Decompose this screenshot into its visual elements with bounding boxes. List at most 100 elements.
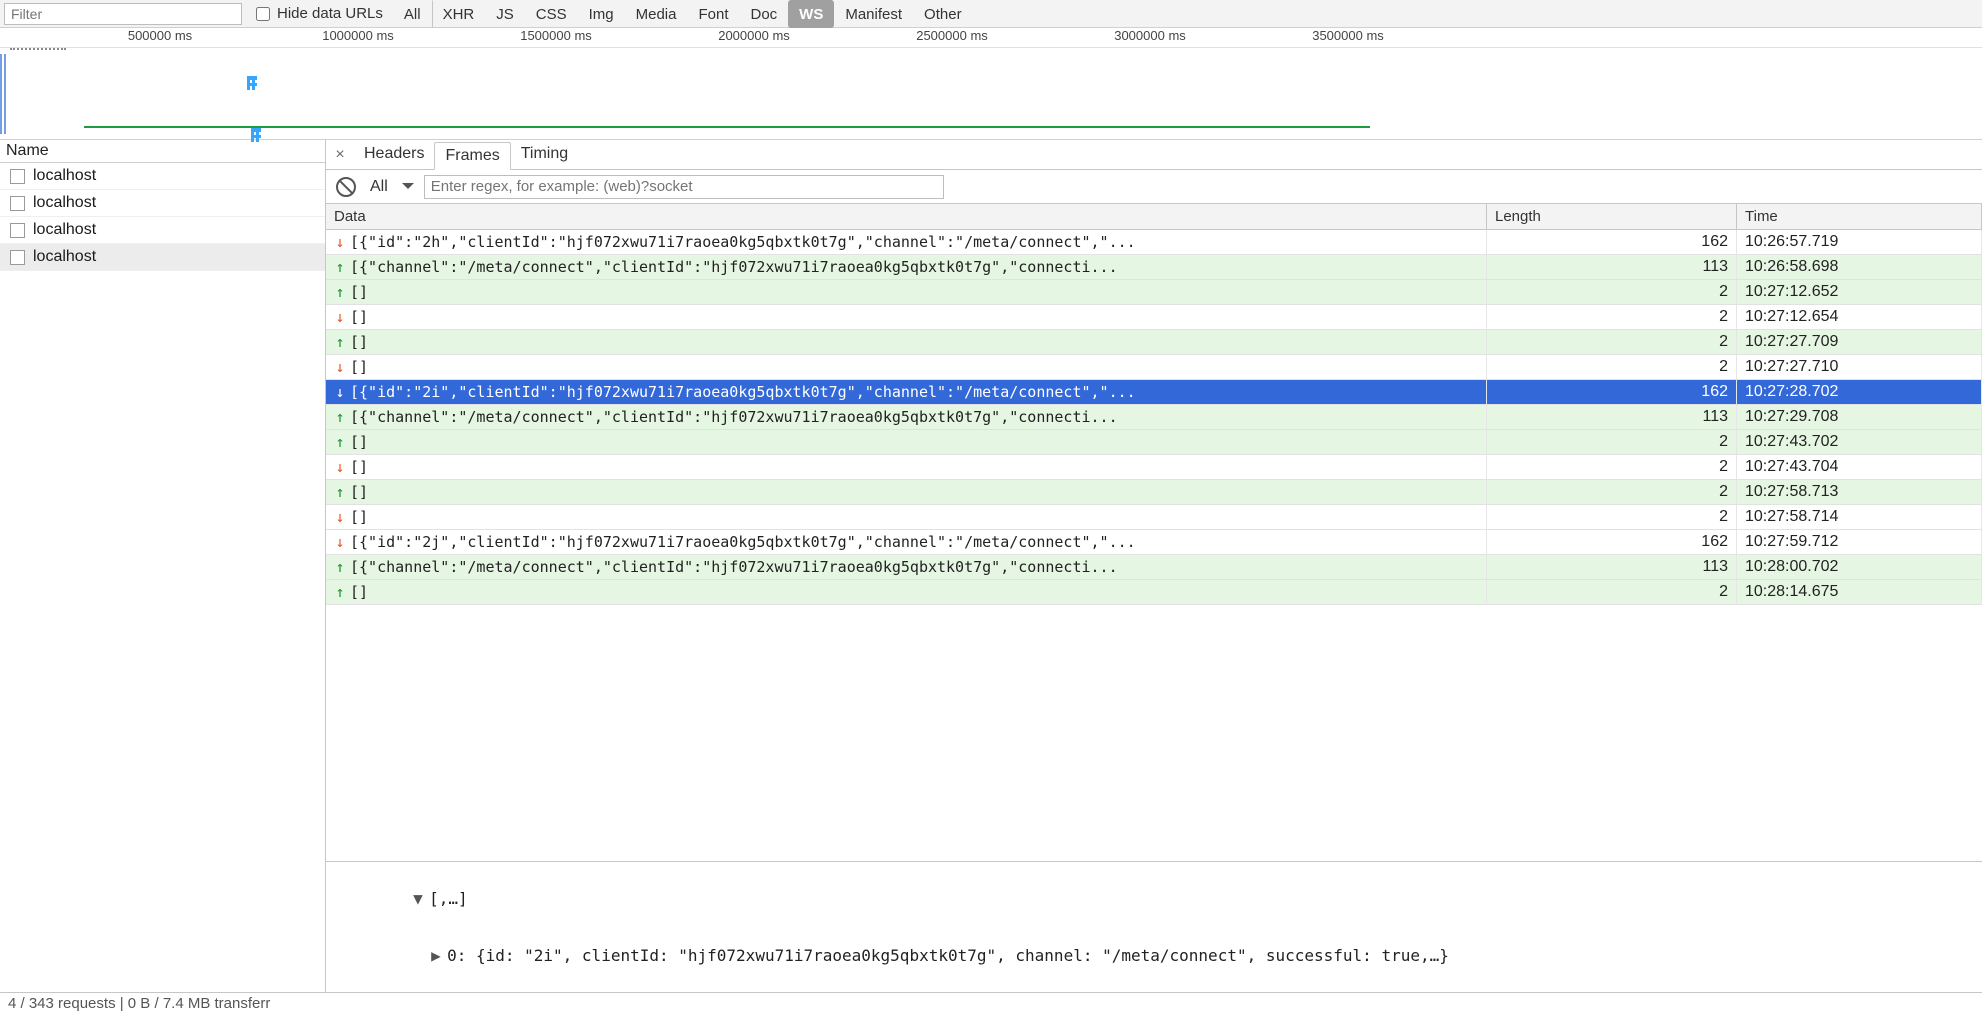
disclosure-triangle-open-icon[interactable]: ▼ [413,889,425,908]
frame-row[interactable]: ↑[]210:28:14.675 [326,580,1982,605]
frames-thead: Data Length Time [326,204,1982,230]
ruler-tick: 500000 ms [128,28,192,43]
frame-time: 10:27:27.709 [1737,330,1982,354]
resource-tab-other[interactable]: Other [913,0,973,28]
frame-time: 10:26:58.698 [1737,255,1982,279]
frame-data: [] [350,583,368,601]
arrow-down-icon: ↓ [334,233,346,251]
frame-time: 10:27:59.712 [1737,530,1982,554]
arrow-down-icon: ↓ [334,383,346,401]
ruler-tick: 2500000 ms [916,28,988,43]
arrow-up-icon: ↑ [334,558,346,576]
request-row[interactable]: localhost [0,163,325,190]
resource-tab-doc[interactable]: Doc [739,0,788,28]
resource-tab-xhr[interactable]: XHR [432,0,486,28]
hide-data-urls-checkbox[interactable]: Hide data URLs [252,4,383,24]
details-pane: × HeadersFramesTiming All Data Length Ti… [326,140,1982,992]
frame-time: 10:26:57.719 [1737,230,1982,254]
frame-data: [{"channel":"/meta/connect","clientId":"… [350,558,1118,576]
frame-preview[interactable]: ▼[,…] ▶0: {id: "2i", clientId: "hjf072xw… [326,861,1982,992]
col-header-length[interactable]: Length [1487,204,1737,229]
frame-length: 2 [1487,355,1737,379]
frames-tbody: ↓[{"id":"2h","clientId":"hjf072xwu71i7ra… [326,230,1982,861]
frame-length: 162 [1487,380,1737,404]
filter-input[interactable] [4,3,242,25]
frame-time: 10:27:58.714 [1737,505,1982,529]
request-row[interactable]: localhost [0,190,325,217]
timeline-ruler: 500000 ms1000000 ms1500000 ms2000000 ms2… [0,28,1982,48]
frame-length: 2 [1487,430,1737,454]
resource-tab-font[interactable]: Font [687,0,739,28]
request-checkbox[interactable] [10,196,25,211]
arrow-up-icon: ↑ [334,283,346,301]
resource-tab-manifest[interactable]: Manifest [834,0,913,28]
frame-row[interactable]: ↓[{"id":"2j","clientId":"hjf072xwu71i7ra… [326,530,1982,555]
request-label: localhost [33,167,96,185]
timeline-overview[interactable]: 500000 ms1000000 ms1500000 ms2000000 ms2… [0,28,1982,140]
frame-data: [{"channel":"/meta/connect","clientId":"… [350,408,1118,426]
frame-length: 162 [1487,530,1737,554]
resource-tab-img[interactable]: Img [578,0,625,28]
frames-filter-all[interactable]: All [366,178,392,196]
frame-row[interactable]: ↑[]210:27:58.713 [326,480,1982,505]
col-header-time[interactable]: Time [1737,204,1982,229]
resource-tab-media[interactable]: Media [625,0,688,28]
arrow-down-icon: ↓ [334,458,346,476]
frame-row[interactable]: ↑[]210:27:43.702 [326,430,1982,455]
request-checkbox[interactable] [10,223,25,238]
disclosure-triangle-closed-icon[interactable]: ▶ [431,946,443,965]
details-tab-timing[interactable]: Timing [511,141,578,169]
hide-data-urls-box[interactable] [256,7,270,21]
frame-row[interactable]: ↑[]210:27:12.652 [326,280,1982,305]
frame-row[interactable]: ↓[]210:27:43.704 [326,455,1982,480]
frame-row[interactable]: ↑[{"channel":"/meta/connect","clientId":… [326,255,1982,280]
preview-item-0: 0: {id: "2i", clientId: "hjf072xwu71i7ra… [447,946,1449,965]
frame-data: [] [350,283,368,301]
frame-row[interactable]: ↓[] 210:27:27.710 [326,355,1982,380]
arrow-down-icon: ↓ [334,358,346,376]
details-tab-frames[interactable]: Frames [434,142,510,170]
col-header-data[interactable]: Data [326,204,1487,229]
request-label: localhost [33,194,96,212]
frame-row[interactable]: ↓[]210:27:12.654 [326,305,1982,330]
frame-data: [] [350,433,368,451]
request-row[interactable]: localhost [0,217,325,244]
resource-tab-ws[interactable]: WS [788,0,834,28]
frame-length: 162 [1487,230,1737,254]
request-row[interactable]: localhost [0,244,325,271]
frame-length: 2 [1487,305,1737,329]
hide-data-urls-label: Hide data URLs [277,5,383,22]
ruler-tick: 1000000 ms [322,28,394,43]
ruler-tick: 1500000 ms [520,28,592,43]
frame-row[interactable]: ↓[{"id":"2h","clientId":"hjf072xwu71i7ra… [326,230,1982,255]
chevron-down-icon[interactable] [402,183,414,195]
frame-length: 113 [1487,405,1737,429]
close-icon[interactable]: × [326,146,354,164]
frame-row[interactable]: ↑[{"channel":"/meta/connect","clientId":… [326,555,1982,580]
arrow-down-icon: ↓ [334,508,346,526]
resource-tab-all[interactable]: All [393,0,432,28]
frame-length: 2 [1487,280,1737,304]
details-tab-headers[interactable]: Headers [354,141,434,169]
resource-type-tabs: AllXHRJSCSSImgMediaFontDocWSManifestOthe… [393,0,973,28]
main-split: Name localhostlocalhostlocalhostlocalhos… [0,140,1982,992]
frame-row[interactable]: ↑[{"channel":"/meta/connect","clientId":… [326,405,1982,430]
clear-icon[interactable] [336,177,356,197]
request-checkbox[interactable] [10,250,25,265]
frame-time: 10:27:29.708 [1737,405,1982,429]
request-checkbox[interactable] [10,169,25,184]
network-filter-toolbar: Hide data URLs AllXHRJSCSSImgMediaFontDo… [0,0,1982,28]
ws-lifespan-line [84,126,1370,128]
frame-row[interactable]: ↓[{"id":"2i","clientId":"hjf072xwu71i7ra… [326,380,1982,405]
frame-row[interactable]: ↓[]210:27:58.714 [326,505,1982,530]
frame-time: 10:27:27.710 [1737,355,1982,379]
arrow-up-icon: ↑ [334,258,346,276]
frames-regex-input[interactable] [424,175,944,199]
frame-row[interactable]: ↑[]210:27:27.709 [326,330,1982,355]
frame-data: [] [350,358,368,376]
request-label: localhost [33,221,96,239]
status-bar: 4 / 343 requests | 0 B / 7.4 MB transfer… [0,992,1982,1014]
arrow-up-icon: ↑ [334,333,346,351]
resource-tab-css[interactable]: CSS [525,0,578,28]
resource-tab-js[interactable]: JS [485,0,525,28]
